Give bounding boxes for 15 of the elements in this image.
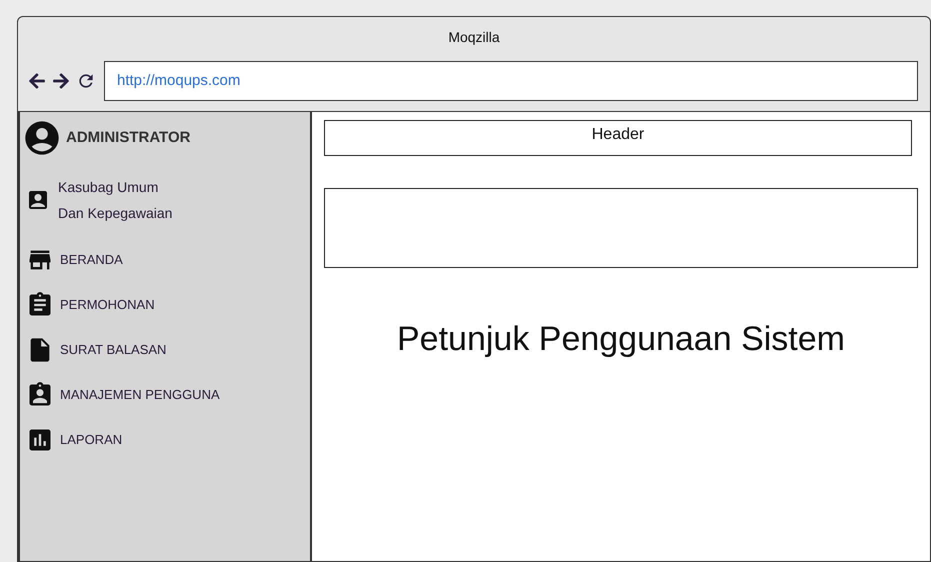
menu-item[interactable]: LAPORAN bbox=[60, 430, 122, 450]
menu-item[interactable]: SURAT BALASAN bbox=[60, 340, 166, 360]
header-box: Header bbox=[324, 120, 912, 156]
forward-icon[interactable] bbox=[52, 72, 70, 90]
address-field[interactable]: http://moqups.com bbox=[104, 61, 918, 101]
contact-card-icon bbox=[26, 188, 50, 212]
menu-item[interactable]: BERANDA bbox=[60, 250, 123, 270]
user-role: Dan Kepegawaian bbox=[58, 204, 172, 223]
menu-item[interactable]: MANAJEMEN PENGGUNA bbox=[60, 384, 220, 404]
menu-item[interactable]: PERMOHONAN bbox=[60, 294, 155, 314]
user-role: Kasubag Umum bbox=[58, 178, 160, 197]
back-icon[interactable] bbox=[28, 72, 46, 90]
user-name: ADMINISTRATOR bbox=[66, 128, 190, 148]
page-heading: Petunjuk Penggunaan Sistem bbox=[396, 319, 846, 360]
window-title: Moqzilla bbox=[448, 28, 500, 47]
